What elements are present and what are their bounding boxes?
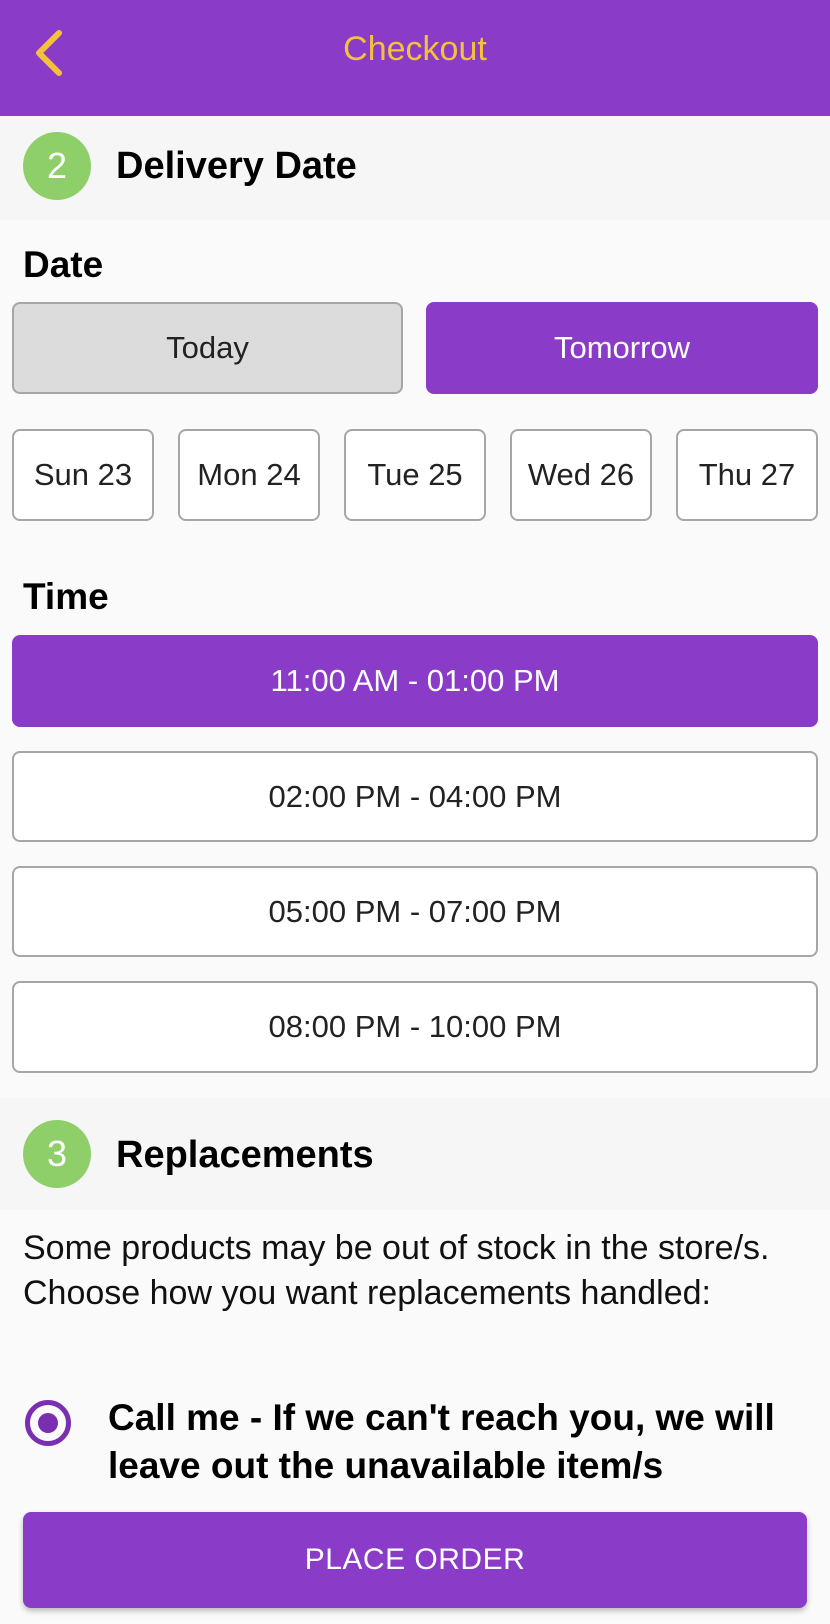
time-slot-1[interactable]: 11:00 AM - 01:00 PM: [12, 635, 818, 727]
call-me-radio[interactable]: [25, 1400, 71, 1446]
place-order-button[interactable]: PLACE ORDER: [23, 1512, 807, 1608]
call-me-option-label[interactable]: Call me - If we can't reach you, we will…: [108, 1394, 808, 1490]
replacements-section-header: 3 Replacements: [0, 1098, 830, 1210]
replacements-description: Some products may be out of stock in the…: [23, 1229, 770, 1312]
delivery-section-header: 2 Delivery Date: [0, 116, 830, 220]
date-option-mon-24[interactable]: Mon 24: [178, 429, 320, 521]
time-slot-4[interactable]: 08:00 PM - 10:00 PM: [12, 981, 818, 1073]
delivery-section-title: Delivery Date: [116, 145, 357, 187]
time-slot-3[interactable]: 05:00 PM - 07:00 PM: [12, 866, 818, 957]
date-option-sun-23[interactable]: Sun 23: [12, 429, 154, 521]
date-option-wed-26[interactable]: Wed 26: [510, 429, 652, 521]
tomorrow-button[interactable]: Tomorrow: [426, 302, 818, 394]
time-slot-2[interactable]: 02:00 PM - 04:00 PM: [12, 751, 818, 842]
date-option-tue-25[interactable]: Tue 25: [344, 429, 486, 521]
radio-selected-dot: [38, 1413, 58, 1433]
date-label: Date: [23, 244, 104, 285]
time-label: Time: [23, 576, 109, 617]
step-badge-3: 3: [23, 1120, 91, 1188]
today-button[interactable]: Today: [12, 302, 403, 394]
date-option-thu-27[interactable]: Thu 27: [676, 429, 818, 521]
page-title: Checkout: [343, 30, 487, 68]
app-bar: Checkout: [0, 0, 830, 116]
step-badge-2: 2: [23, 132, 91, 200]
replacements-section-title: Replacements: [116, 1134, 374, 1176]
